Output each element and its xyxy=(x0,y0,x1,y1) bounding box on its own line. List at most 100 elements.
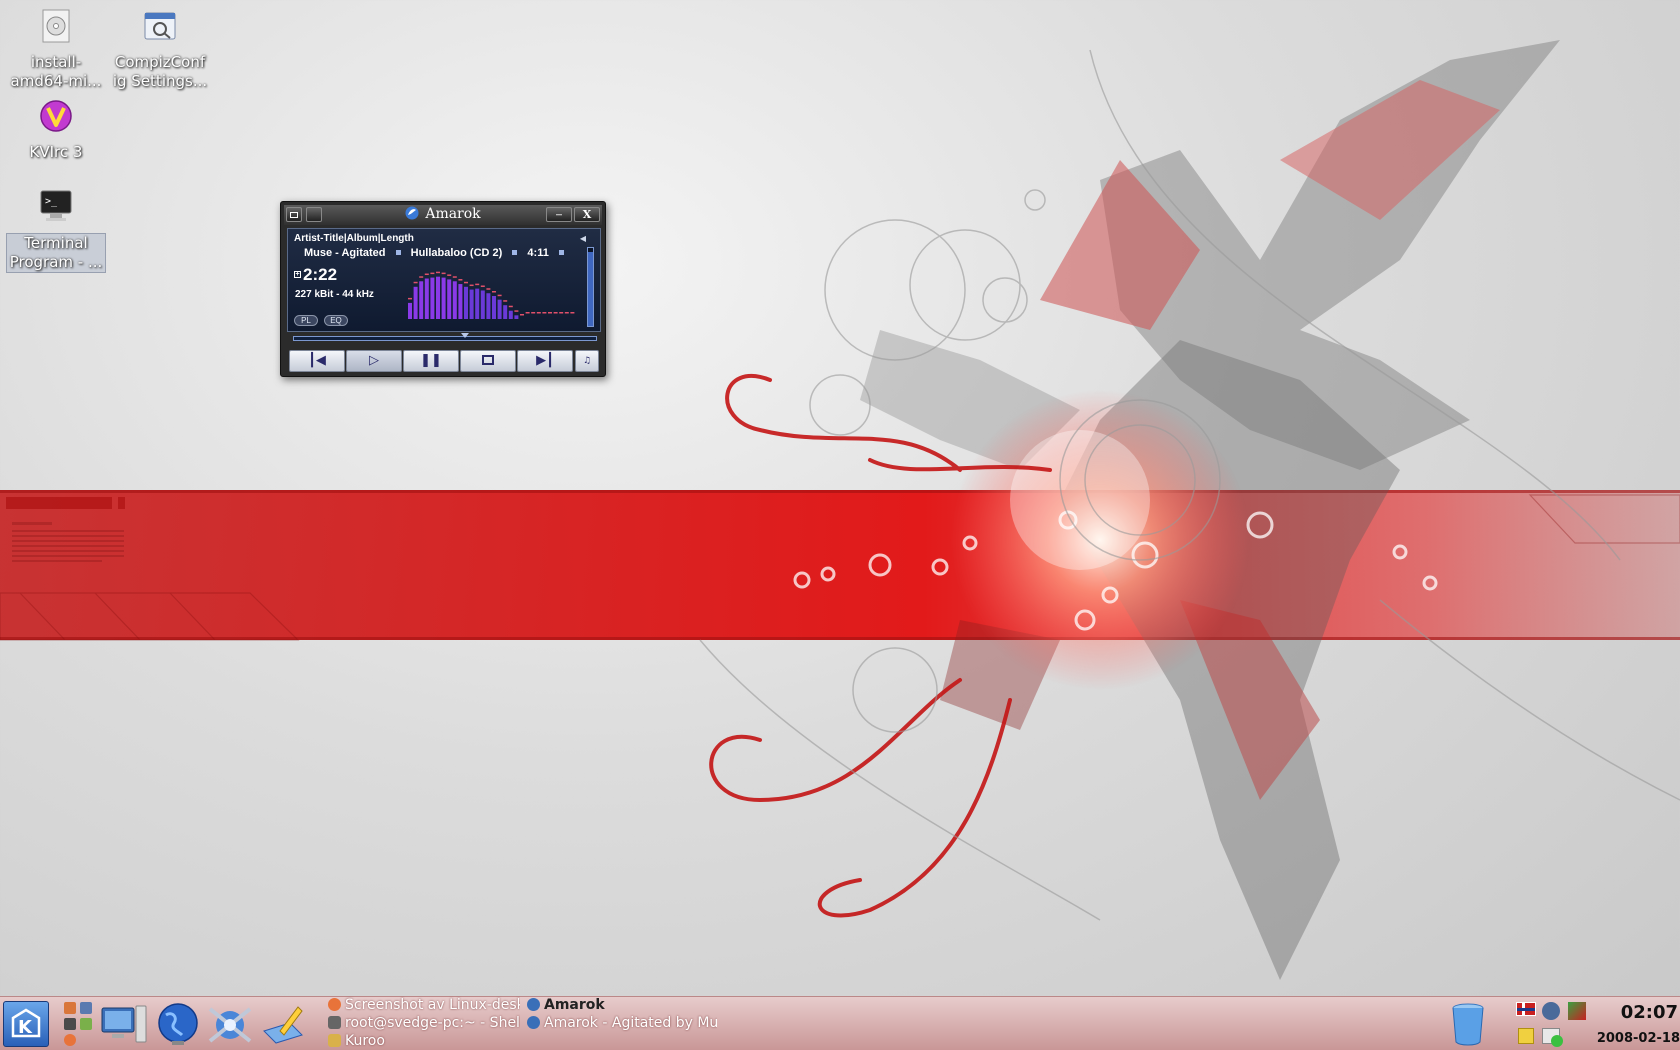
close-button[interactable]: X xyxy=(574,207,600,222)
analyzer-peak xyxy=(564,312,569,314)
quick-launch-small-icons xyxy=(62,1000,96,1048)
text-editor-launcher[interactable] xyxy=(260,1001,306,1050)
firefox-icon xyxy=(328,998,341,1011)
analyzer-peak xyxy=(475,283,480,286)
clock-date[interactable]: 2008-02-18 xyxy=(1596,1031,1680,1046)
analyzer-peak xyxy=(548,312,552,314)
analyzer-bar xyxy=(447,279,452,319)
svg-text:>_: >_ xyxy=(45,196,58,207)
kvirc-icon xyxy=(40,100,72,132)
kmenu-button[interactable]: K xyxy=(3,1001,49,1047)
pause-button[interactable]: ❚❚ xyxy=(403,350,459,372)
satellite-globe-icon xyxy=(208,1007,252,1043)
seek-slider[interactable] xyxy=(293,333,597,341)
konqueror-browser-launcher[interactable] xyxy=(156,1001,200,1050)
analyzer-peak xyxy=(413,281,418,284)
svg-text:K: K xyxy=(18,1017,33,1038)
analyzer-bar xyxy=(492,296,496,319)
analyzer-bar xyxy=(413,286,418,319)
analyzer-peak xyxy=(531,312,536,314)
amarok-tray-icon[interactable] xyxy=(1542,1002,1560,1020)
dynamic-mode-button[interactable]: ♫ xyxy=(575,350,599,372)
analyzer-peak xyxy=(525,312,530,314)
scroll-left-arrow-icon[interactable]: ◀ xyxy=(580,234,586,243)
analyzer-bar xyxy=(503,305,508,319)
bitrate-info: 227 kBit - 44 kHz xyxy=(295,289,374,300)
task-kuroo[interactable]: Kuroo xyxy=(328,1032,520,1050)
clock-time[interactable]: 02:07 xyxy=(1608,1002,1678,1023)
amarok-icon xyxy=(527,998,540,1011)
amarok-wolf-icon xyxy=(405,206,419,220)
show-desktop-button[interactable] xyxy=(100,1002,148,1050)
network-tray-icon[interactable] xyxy=(1568,1002,1586,1020)
analyzer-peak xyxy=(514,310,519,312)
desktop-icon-compizconfig[interactable]: CompizConf ig Settings... xyxy=(110,8,210,91)
stop-button[interactable] xyxy=(460,350,516,372)
desktop-icon-terminal[interactable]: >_ Terminal Program - ... xyxy=(6,188,106,273)
globe-icon xyxy=(158,1003,198,1045)
analyzer-peak xyxy=(508,305,513,308)
analyzer-bar xyxy=(475,288,480,319)
analyzer-bar xyxy=(469,289,474,319)
desktop-icon-small[interactable] xyxy=(80,1002,92,1014)
analyzer-peak xyxy=(419,276,424,278)
desktop-icon-kvirc[interactable]: KVIrc 3 xyxy=(6,98,106,162)
task-amarok-playlist[interactable]: Amarok - Agitated by Mus xyxy=(527,1014,717,1032)
package-tray-icon[interactable] xyxy=(1518,1028,1534,1044)
separator-dot xyxy=(512,250,518,255)
analyzer-peak xyxy=(458,279,463,281)
equalizer-toggle-button[interactable]: EQ xyxy=(324,315,348,326)
analyzer-bar xyxy=(452,281,457,319)
next-track-button[interactable]: ▶┃ xyxy=(517,350,573,372)
analyzer-peak xyxy=(559,312,564,314)
playlist-columns-header: Artist-Title|Album|Length xyxy=(294,233,414,244)
analyzer-bar xyxy=(464,286,468,319)
firefox-small-icon[interactable] xyxy=(64,1034,76,1046)
kde-logo-icon: K xyxy=(11,1008,41,1038)
analyzer-bar xyxy=(480,290,485,319)
time-display[interactable]: +2:22 xyxy=(294,265,337,285)
analyzer-bar xyxy=(408,302,412,319)
amarok-player-window[interactable]: Amarok ‒ X Artist-Title|Album|Length ◀ M… xyxy=(280,201,606,377)
task-konsole-shell[interactable]: root@svedge-pc:~ - Shell xyxy=(328,1014,520,1032)
play-button[interactable]: ▷ xyxy=(346,350,402,372)
speaker-icon: ♫ xyxy=(582,356,592,366)
konsole-small-icon[interactable] xyxy=(64,1018,76,1030)
task-screenshot-firefox[interactable]: Screenshot av Linux-desk xyxy=(328,996,520,1014)
previous-track-button[interactable]: ┃◀ xyxy=(289,350,345,372)
kwrite-small-icon[interactable] xyxy=(80,1018,92,1030)
network-browser-launcher[interactable] xyxy=(206,1001,254,1050)
trash-icon xyxy=(1452,1003,1484,1046)
desktop-icon-install-iso[interactable]: install- amd64-mi... xyxy=(6,8,106,91)
analyzer-peak xyxy=(492,291,496,293)
volume-level xyxy=(588,251,593,326)
playback-controls: ┃◀ ▷ ❚❚ ▶┃ ♫ xyxy=(289,350,599,372)
trash-can-applet[interactable] xyxy=(1450,1000,1486,1046)
analyzer-peak xyxy=(408,297,412,300)
desktop-wallpaper xyxy=(0,40,1680,980)
amarok-titlebar[interactable]: Amarok ‒ X xyxy=(284,205,602,225)
time-mode-icon: + xyxy=(294,271,301,278)
track-info-scroller: Muse - Agitated Hullabaloo (CD 2) 4:11 M… xyxy=(304,247,574,261)
analyzer-peak xyxy=(542,312,547,314)
analyzer-peak xyxy=(436,271,440,274)
play-icon: ▷ xyxy=(369,353,379,368)
home-folder-icon[interactable] xyxy=(64,1002,76,1014)
separator-dot xyxy=(395,250,401,255)
analyzer-bar xyxy=(514,315,519,319)
analyzer-bar xyxy=(430,277,435,319)
playlist-toggle-button[interactable]: PL xyxy=(294,315,318,326)
previous-icon: ┃◀ xyxy=(308,353,326,368)
update-tray-icon[interactable] xyxy=(1542,1028,1563,1047)
keyboard-layout-flag-icon[interactable] xyxy=(1516,1002,1536,1016)
analyzer-peak xyxy=(486,288,491,290)
volume-slider[interactable] xyxy=(587,247,594,327)
analyzer-peak xyxy=(441,272,446,275)
task-amarok-player[interactable]: Amarok xyxy=(527,996,717,1014)
computer-icon xyxy=(101,1005,147,1043)
analyzer-bar xyxy=(497,299,502,319)
analyzer-peak xyxy=(424,273,429,276)
analyzer-peak xyxy=(503,300,508,302)
analyzer-bar xyxy=(458,284,463,319)
minimize-button[interactable]: ‒ xyxy=(546,207,572,222)
